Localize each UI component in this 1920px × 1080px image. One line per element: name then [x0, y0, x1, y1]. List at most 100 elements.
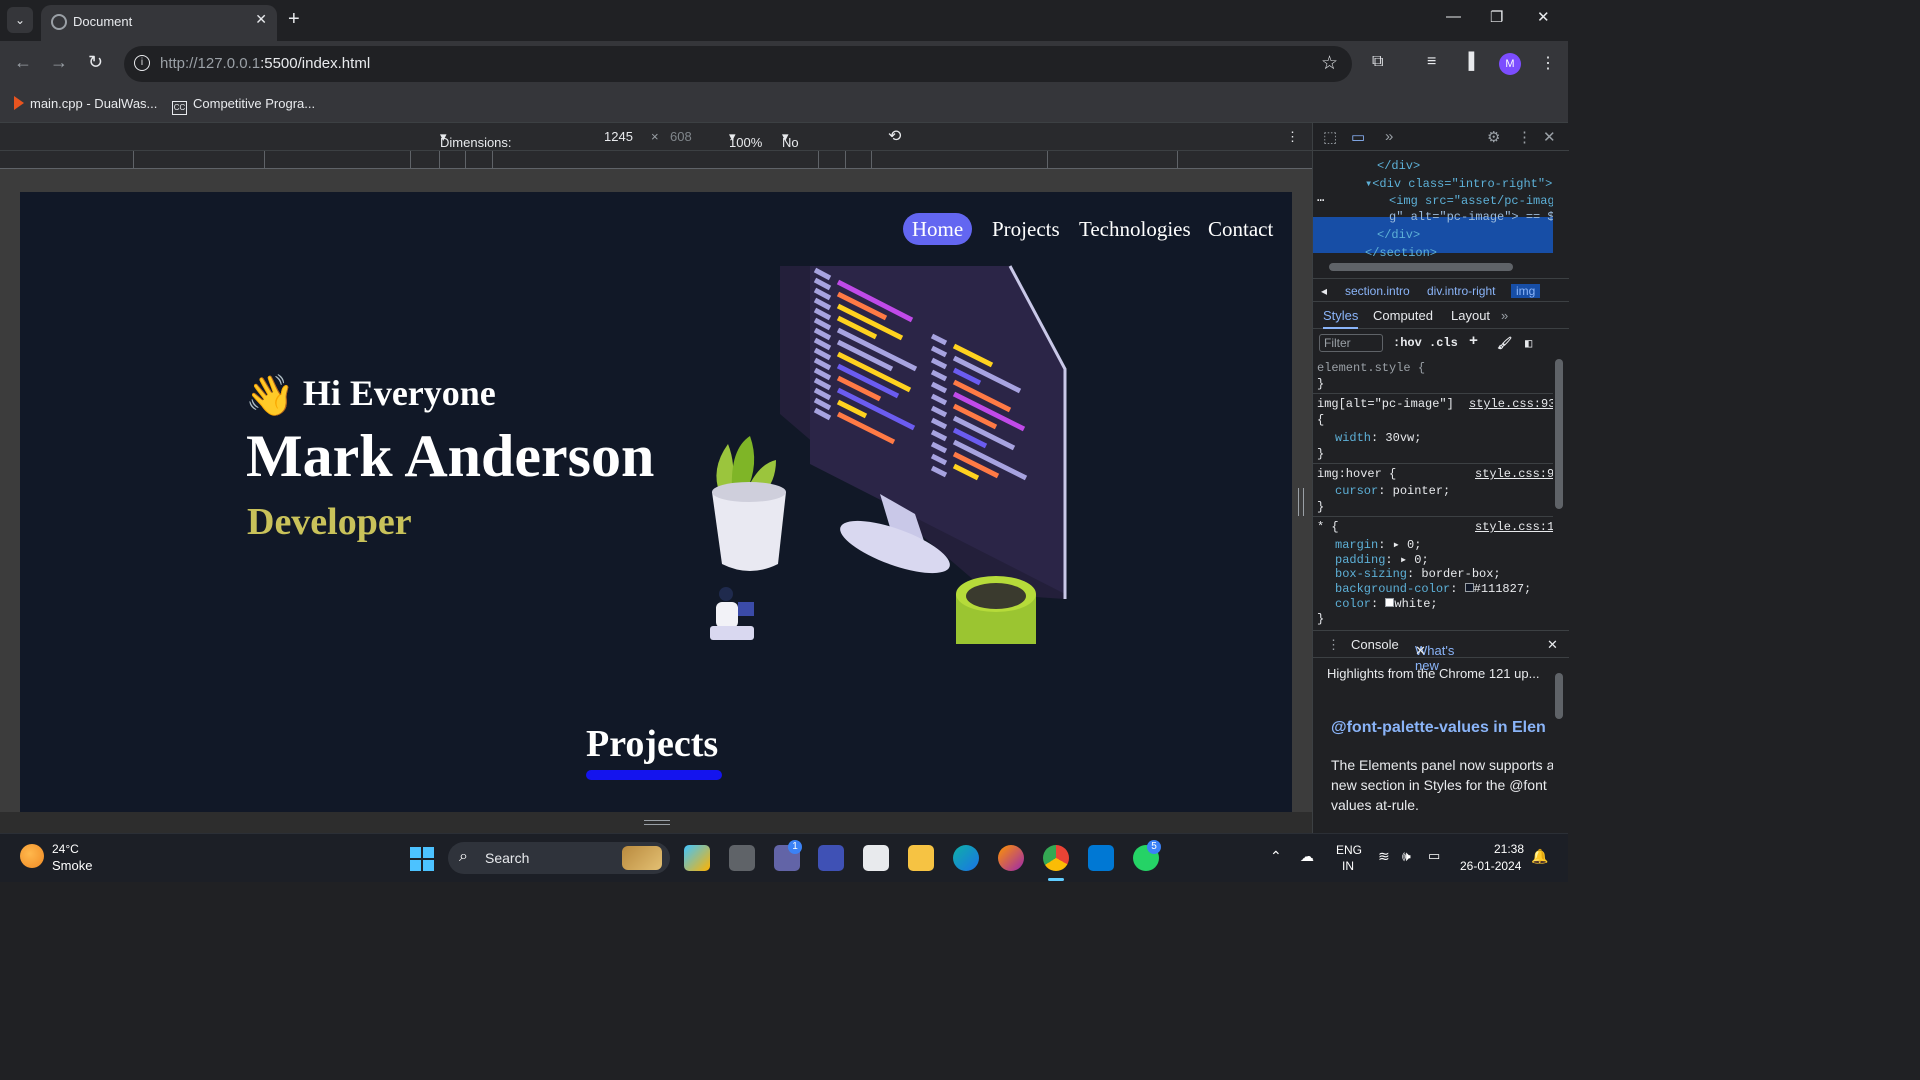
rule-declaration[interactable]: padding: ▸ 0; [1335, 552, 1429, 567]
rule-selector[interactable]: * { [1317, 520, 1339, 534]
language-region[interactable]: IN [1342, 859, 1354, 873]
microsoft-store-icon[interactable] [863, 845, 889, 871]
windows-start-icon[interactable] [410, 847, 434, 871]
rule-declaration[interactable]: box-sizing: border-box; [1335, 567, 1501, 581]
breadcrumb-left-icon[interactable]: ◂ [1321, 284, 1327, 298]
dom-ellipsis-icon[interactable]: ⋯ [1317, 193, 1324, 208]
vscode-icon[interactable] [1088, 845, 1114, 871]
cls-toggle[interactable]: .cls [1429, 336, 1458, 350]
rule-declaration[interactable]: cursor: pointer; [1335, 484, 1450, 498]
address-bar[interactable]: i http://127.0.0.1:5500/index.html ☆ [124, 46, 1352, 82]
clock-date[interactable]: 26-01-2024 [1460, 859, 1521, 873]
rule-source-link[interactable]: style.css:93 [1469, 397, 1553, 411]
weather-haze-icon[interactable] [20, 844, 44, 868]
nav-contact-link[interactable]: Contact [1208, 217, 1273, 242]
pc-image[interactable] [680, 264, 1080, 654]
wifi-icon[interactable]: ≋ [1378, 848, 1390, 865]
paint-icon[interactable]: 🖌 [1497, 336, 1512, 351]
site-info-icon[interactable]: i [134, 55, 150, 71]
menu-kebab-icon[interactable]: ⋮ [1540, 53, 1556, 73]
battery-icon[interactable]: ▭ [1428, 848, 1440, 864]
onedrive-icon[interactable]: ☁ [1300, 848, 1314, 865]
whatsapp-icon[interactable]: 5 [1133, 840, 1161, 871]
color-swatch[interactable] [1464, 583, 1474, 592]
width-input[interactable]: 1245 [604, 129, 633, 144]
language-ime[interactable]: ENG [1336, 843, 1362, 857]
close-tab-icon[interactable]: ✕ [255, 11, 267, 28]
tab-search-button[interactable]: ⌄ [7, 7, 33, 33]
viewport-resize-handle[interactable] [0, 812, 1312, 833]
side-resize-handle[interactable] [1298, 488, 1304, 516]
tab-console[interactable]: Console [1351, 637, 1399, 652]
highlight-link[interactable]: Highlights from the Chrome 121 up... [1327, 666, 1539, 681]
close-window-icon[interactable]: ✕ [1537, 8, 1550, 26]
dom-line-selected[interactable]: <img src="asset/pc-image [1389, 194, 1553, 208]
url-text[interactable]: http://127.0.0.1:5500/index.html [160, 55, 370, 72]
media-controls-icon[interactable]: ≡ [1427, 53, 1436, 71]
teams-icon[interactable]: 1 [774, 840, 802, 871]
devtools-menu-icon[interactable]: ⋮ [1517, 128, 1532, 146]
extensions-icon[interactable]: ⧉ [1372, 53, 1383, 71]
volume-icon[interactable]: 🕪 [1402, 848, 1411, 865]
styles-filter-input[interactable]: Filter [1319, 334, 1383, 352]
rule-source-link[interactable]: style.css:9 [1475, 467, 1553, 481]
rotate-icon[interactable]: ⟲ [888, 126, 901, 146]
rule-declaration[interactable]: background-color: #111827; [1335, 582, 1531, 596]
close-tab-icon[interactable]: ✕ [1415, 643, 1426, 659]
more-tabs-icon[interactable]: » [1501, 308, 1508, 323]
chrome-icon[interactable] [1043, 845, 1069, 871]
side-panel-icon[interactable]: ▐ [1463, 53, 1474, 71]
breadcrumb-item-active[interactable]: img [1511, 284, 1541, 298]
close-devtools-icon[interactable]: ✕ [1543, 128, 1556, 146]
weather-description[interactable]: Smoke [52, 858, 92, 873]
bookmark-star-icon[interactable]: ☆ [1321, 52, 1338, 75]
nav-projects-link[interactable]: Projects [992, 217, 1060, 242]
edge-icon[interactable] [953, 845, 979, 871]
dom-line[interactable]: </div> [1377, 228, 1420, 242]
more-options-icon[interactable]: ⋮ [1286, 129, 1299, 145]
breadcrumb-item[interactable]: div.intro-right [1427, 284, 1495, 298]
rule-selector[interactable]: img:hover { [1317, 467, 1396, 481]
inspect-element-icon[interactable]: ⬚ [1323, 128, 1337, 146]
reload-icon[interactable]: ↻ [88, 53, 103, 71]
rule-selector[interactable]: img[alt="pc-image"] [1317, 397, 1454, 411]
rule-declaration[interactable]: margin: ▸ 0; [1335, 537, 1421, 552]
throttling-select[interactable]: No throttling ▾ [782, 129, 832, 165]
bookmark-item[interactable]: CC Competitive Progra... [172, 96, 315, 115]
nav-home-link[interactable]: Home [903, 213, 972, 245]
copilot-icon[interactable] [684, 845, 710, 871]
profile-avatar[interactable]: M [1499, 53, 1521, 75]
drawer-menu-icon[interactable]: ⋮ [1327, 637, 1340, 653]
minimize-icon[interactable]: — [1446, 8, 1461, 25]
restore-icon[interactable]: ❐ [1490, 8, 1503, 26]
task-view-icon[interactable] [729, 845, 755, 871]
device-toggle-icon[interactable]: ▭ [1351, 128, 1365, 146]
zoom-select[interactable]: 100% ▾ [729, 129, 762, 150]
tab-styles[interactable]: Styles [1323, 308, 1359, 329]
rule-declaration[interactable]: width: 30vw; [1335, 431, 1421, 445]
dimensions-select[interactable]: Dimensions: Responsive ▾ [440, 129, 512, 165]
dom-line[interactable]: </section> [1365, 246, 1437, 260]
browser-tab[interactable]: Document ✕ [41, 5, 277, 41]
more-panels-icon[interactable]: » [1385, 128, 1393, 145]
hov-toggle[interactable]: :hov [1393, 336, 1422, 350]
breadcrumb-item[interactable]: section.intro [1345, 284, 1410, 298]
file-explorer-icon[interactable] [908, 845, 934, 871]
nav-technologies-link[interactable]: Technologies [1079, 217, 1191, 242]
element-style-selector[interactable]: element.style { [1317, 361, 1425, 375]
horizontal-scrollbar[interactable] [1329, 263, 1513, 271]
weather-temperature[interactable]: 24°C [52, 842, 79, 856]
styles-scrollbar[interactable] [1555, 359, 1563, 509]
notification-bell-icon[interactable]: 🔔 [1531, 848, 1548, 865]
add-rule-icon[interactable]: + [1469, 333, 1478, 350]
back-icon[interactable]: ← [14, 53, 32, 71]
dom-line-selected-cont[interactable]: g" alt="pc-image"> == $0 [1389, 210, 1553, 224]
dom-line[interactable]: </div> [1377, 159, 1420, 173]
rule-declaration[interactable]: color: white; [1335, 597, 1438, 611]
firefox-icon[interactable] [998, 845, 1024, 871]
rule-source-link[interactable]: style.css:1 [1475, 520, 1553, 534]
sketch-app-icon[interactable] [818, 845, 844, 871]
clock-time[interactable]: 21:38 [1494, 842, 1524, 856]
whats-new-scrollbar[interactable] [1555, 673, 1563, 719]
dom-line[interactable]: ▾<div class="intro-right"> [1365, 176, 1552, 191]
